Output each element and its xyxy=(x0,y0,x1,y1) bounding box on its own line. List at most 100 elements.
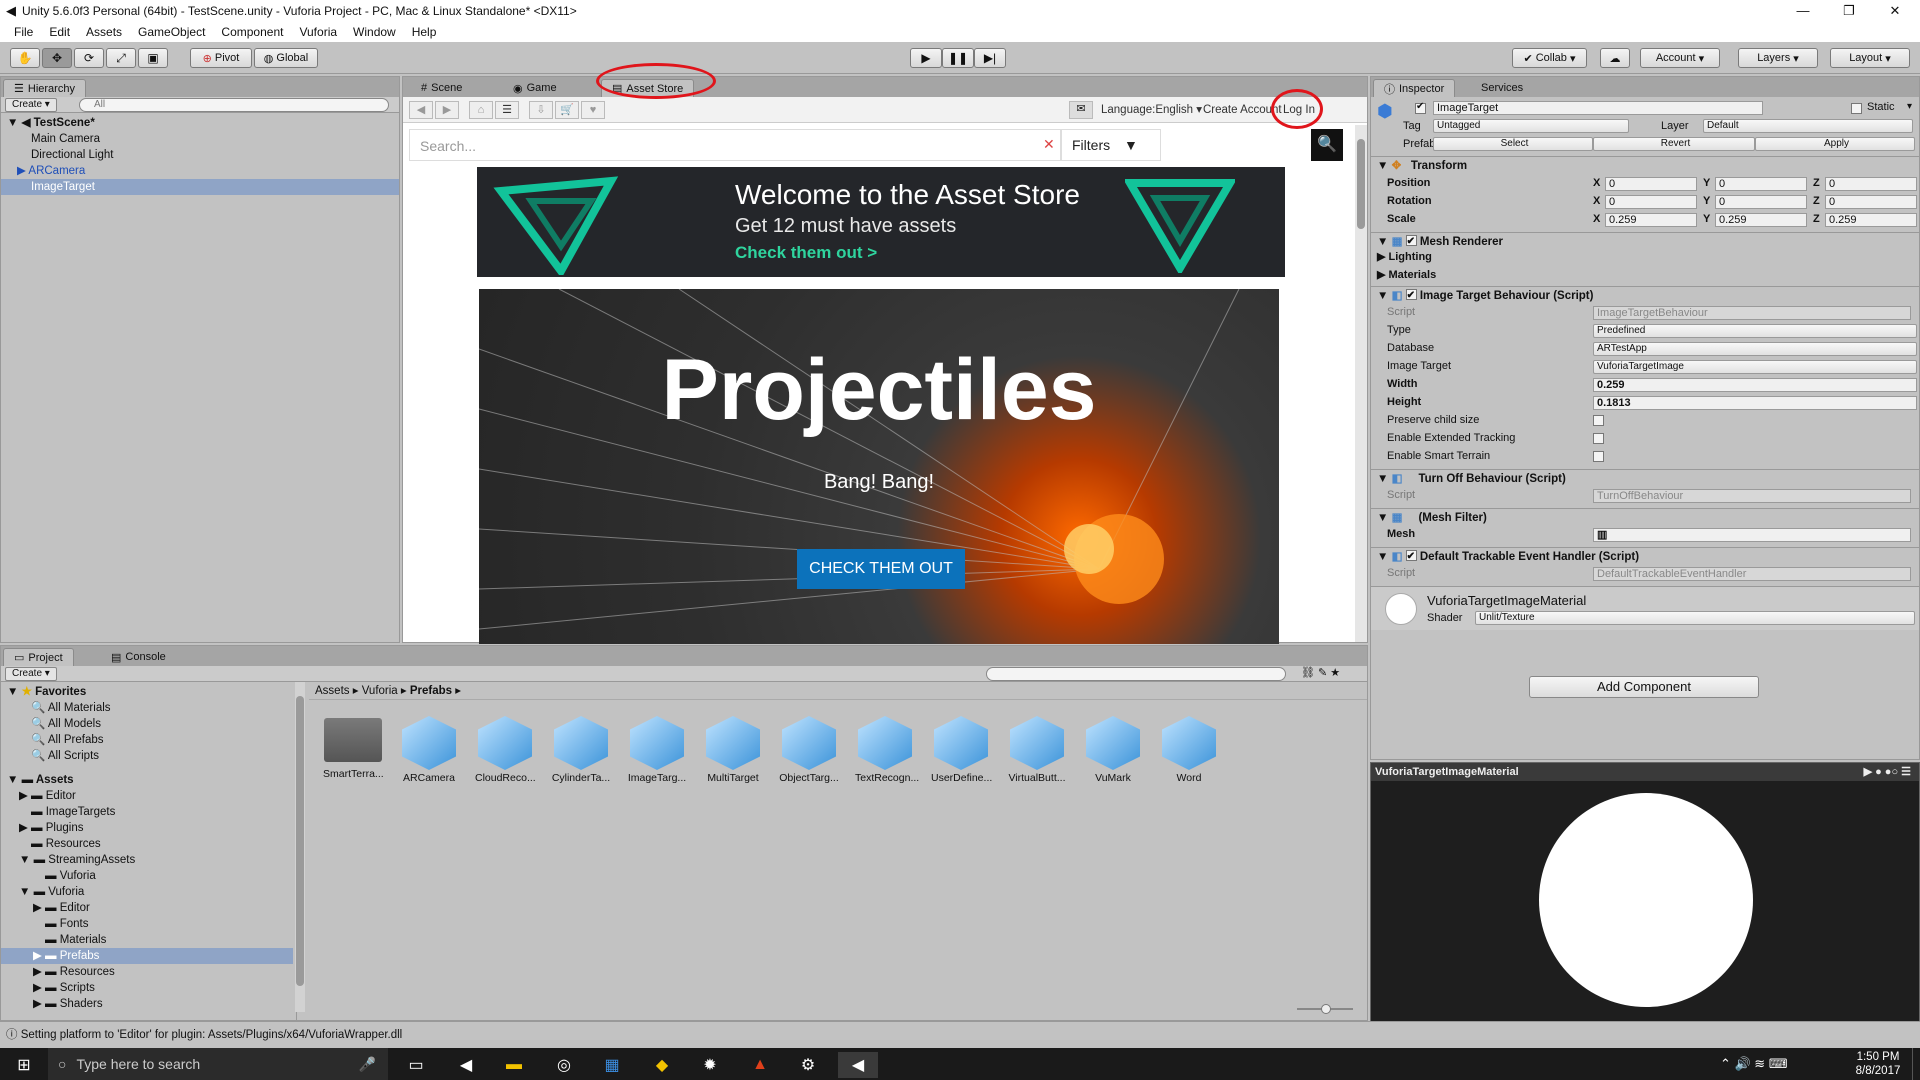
icon-size-slider-thumb[interactable] xyxy=(1321,1004,1331,1014)
turnoff-script-field[interactable]: TurnOffBehaviour xyxy=(1593,489,1911,503)
store-search-input[interactable]: Search... xyxy=(409,129,1061,161)
status-message[interactable]: Setting platform to 'Editor' for plugin:… xyxy=(21,1029,403,1041)
folder-item[interactable]: ▶ ▬ Editor xyxy=(1,900,296,916)
folder-item[interactable]: ▶ ▬ Shaders xyxy=(1,996,296,1012)
mesh-field[interactable]: ▥ xyxy=(1593,528,1911,542)
scene-row[interactable]: ▼ ◀ TestScene* xyxy=(1,115,399,131)
position-x-field[interactable]: 0 xyxy=(1605,177,1697,191)
folder-item[interactable]: ▬ ImageTargets xyxy=(1,804,296,820)
static-dropdown-icon[interactable]: ▾ xyxy=(1907,101,1912,112)
favorite-item[interactable]: 🔍 All Scripts xyxy=(1,748,296,764)
tag-dropdown[interactable]: Untagged xyxy=(1433,119,1629,133)
layer-dropdown[interactable]: Default xyxy=(1703,119,1913,133)
folder-item[interactable]: ▶ ▬ Plugins xyxy=(1,820,296,836)
itb-header[interactable]: ▼ ◧ Image Target Behaviour (Script) xyxy=(1371,286,1919,305)
tab-game[interactable]: ◉ Game xyxy=(503,79,567,97)
layout-dropdown[interactable]: Layout ▾ xyxy=(1830,48,1910,68)
hierarchy-item[interactable]: ▶ ARCamera xyxy=(1,163,399,179)
dteh-checkbox[interactable] xyxy=(1405,548,1417,566)
folder-item[interactable]: ▼ ▬ StreamingAssets xyxy=(1,852,296,868)
asset-item[interactable]: VirtualButt... xyxy=(1007,716,1067,784)
folder-item[interactable]: ▬ Materials xyxy=(1,932,296,948)
language-dropdown[interactable]: Language:English ▾ xyxy=(1101,97,1202,123)
favorite-item[interactable]: 🔍 All Materials xyxy=(1,700,296,716)
lighting-row[interactable]: ▶ Lighting xyxy=(1371,250,1919,265)
dteh-script-field[interactable]: DefaultTrackableEventHandler xyxy=(1593,567,1911,581)
maximize-button[interactable]: ❐ xyxy=(1826,0,1872,22)
wishlist-button[interactable]: ♥ xyxy=(581,101,605,119)
projectiles-banner[interactable]: Projectiles Bang! Bang! CHECK THEM OUT xyxy=(479,289,1279,644)
rotation-x-field[interactable]: 0 xyxy=(1605,195,1697,209)
store-search-button[interactable]: 🔍 xyxy=(1311,129,1343,161)
filter-icons[interactable]: ⛓ ✎ ★ xyxy=(1301,666,1340,679)
folder-item[interactable]: ▼ ▬ Vuforia xyxy=(1,884,296,900)
materials-row[interactable]: ▶ Materials xyxy=(1371,268,1919,283)
menu-vuforia[interactable]: Vuforia xyxy=(291,25,345,39)
folder-item[interactable]: ▶ ▬ Editor xyxy=(1,788,296,804)
downloads-button[interactable]: ⇩ xyxy=(529,101,553,119)
rotate-tool-button[interactable]: ⟳ xyxy=(74,48,104,68)
menu-help[interactable]: Help xyxy=(404,25,445,39)
favorite-item[interactable]: 🔍 All Prefabs xyxy=(1,732,296,748)
active-checkbox[interactable] xyxy=(1415,101,1426,114)
global-toggle[interactable]: ◍ Global xyxy=(254,48,318,68)
breadcrumb-item[interactable]: Assets xyxy=(315,685,350,697)
store-scrollbar[interactable] xyxy=(1355,125,1367,642)
folder-item[interactable]: ▬ Resources xyxy=(1,836,296,852)
layers-dropdown[interactable]: Layers ▾ xyxy=(1738,48,1818,68)
scale-x-field[interactable]: 0.259 xyxy=(1605,213,1697,227)
prefab-apply-button[interactable]: Apply xyxy=(1755,137,1915,151)
menu-assets[interactable]: Assets xyxy=(78,25,130,39)
asset-item[interactable]: CloudReco... xyxy=(475,716,536,784)
breadcrumb-item[interactable]: Prefabs xyxy=(410,685,452,697)
asset-item[interactable]: ARCamera xyxy=(399,716,459,784)
globe-app-icon[interactable]: ✹ xyxy=(690,1052,730,1078)
forward-button[interactable]: ▶ xyxy=(435,101,459,119)
itb-height-field[interactable]: 0.1813 xyxy=(1593,396,1917,410)
acrobat-icon[interactable]: ▲ xyxy=(740,1052,780,1078)
taskbar-clock[interactable]: 1:50 PM 8/8/2017 xyxy=(1848,1050,1908,1078)
mesh-filter-header[interactable]: ▼ ▦ (Mesh Filter) xyxy=(1371,508,1919,526)
shader-dropdown[interactable]: Unlit/Texture xyxy=(1475,611,1915,625)
system-tray-icons[interactable]: ⌃ 🔊 ≋ ⌨ xyxy=(1720,1056,1788,1072)
itb-type-dropdown[interactable]: Predefined xyxy=(1593,324,1917,338)
microphone-icon[interactable]: 🎤 xyxy=(359,1056,376,1073)
itb-width-field[interactable]: 0.259 xyxy=(1593,378,1917,392)
scale-z-field[interactable]: 0.259 xyxy=(1825,213,1917,227)
add-component-button[interactable]: Add Component xyxy=(1529,676,1759,698)
dteh-header[interactable]: ▼ ◧ Default Trackable Event Handler (Scr… xyxy=(1371,547,1919,566)
filters-dropdown[interactable]: Filters ▼ xyxy=(1061,129,1161,161)
tab-hierarchy[interactable]: ☰ Hierarchy xyxy=(3,79,86,97)
favorite-item[interactable]: 🔍 All Models xyxy=(1,716,296,732)
pivot-toggle[interactable]: ⊕ Pivot xyxy=(190,48,252,68)
asset-item[interactable]: UserDefine... xyxy=(931,716,992,784)
itb-script-field[interactable]: ImageTargetBehaviour xyxy=(1593,306,1911,320)
unity-editor-taskbar-icon[interactable]: ◀ xyxy=(838,1052,878,1078)
itb-checkbox[interactable] xyxy=(1405,287,1417,305)
menu-button[interactable]: ☰ xyxy=(495,101,519,119)
back-button[interactable]: ◀ xyxy=(409,101,433,119)
rotation-y-field[interactable]: 0 xyxy=(1715,195,1807,209)
hand-tool-button[interactable]: ✋ xyxy=(10,48,40,68)
banner1-cta[interactable]: Check them out > xyxy=(735,243,877,263)
close-button[interactable]: ✕ xyxy=(1872,0,1918,22)
unity-hub-taskbar-icon[interactable]: ◀ xyxy=(446,1052,486,1078)
mesh-renderer-header[interactable]: ▼ ▦ Mesh Renderer xyxy=(1371,232,1919,251)
scale-tool-button[interactable]: ⤢ xyxy=(106,48,136,68)
play-button[interactable]: ▶ xyxy=(910,48,942,68)
account-dropdown[interactable]: Account ▾ xyxy=(1640,48,1720,68)
folder-item[interactable]: ▶ ▬ Scripts xyxy=(1,980,296,996)
menu-window[interactable]: Window xyxy=(345,25,404,39)
asset-item[interactable]: CylinderTa... xyxy=(551,716,611,784)
minimize-button[interactable]: — xyxy=(1780,0,1826,22)
tab-scene[interactable]: # Scene xyxy=(411,79,472,97)
move-tool-button[interactable]: ✥ xyxy=(42,48,72,68)
static-checkbox[interactable] xyxy=(1851,103,1862,114)
folder-item[interactable]: ▬ Fonts xyxy=(1,916,296,932)
asset-item[interactable]: VuMark xyxy=(1083,716,1143,784)
menu-file[interactable]: File xyxy=(6,25,41,39)
create-account-link[interactable]: Create Account xyxy=(1203,97,1282,123)
task-view-button[interactable]: ▭ xyxy=(396,1052,436,1078)
tree-scrollbar-thumb[interactable] xyxy=(296,696,304,986)
tree-scrollbar[interactable] xyxy=(295,682,305,1012)
